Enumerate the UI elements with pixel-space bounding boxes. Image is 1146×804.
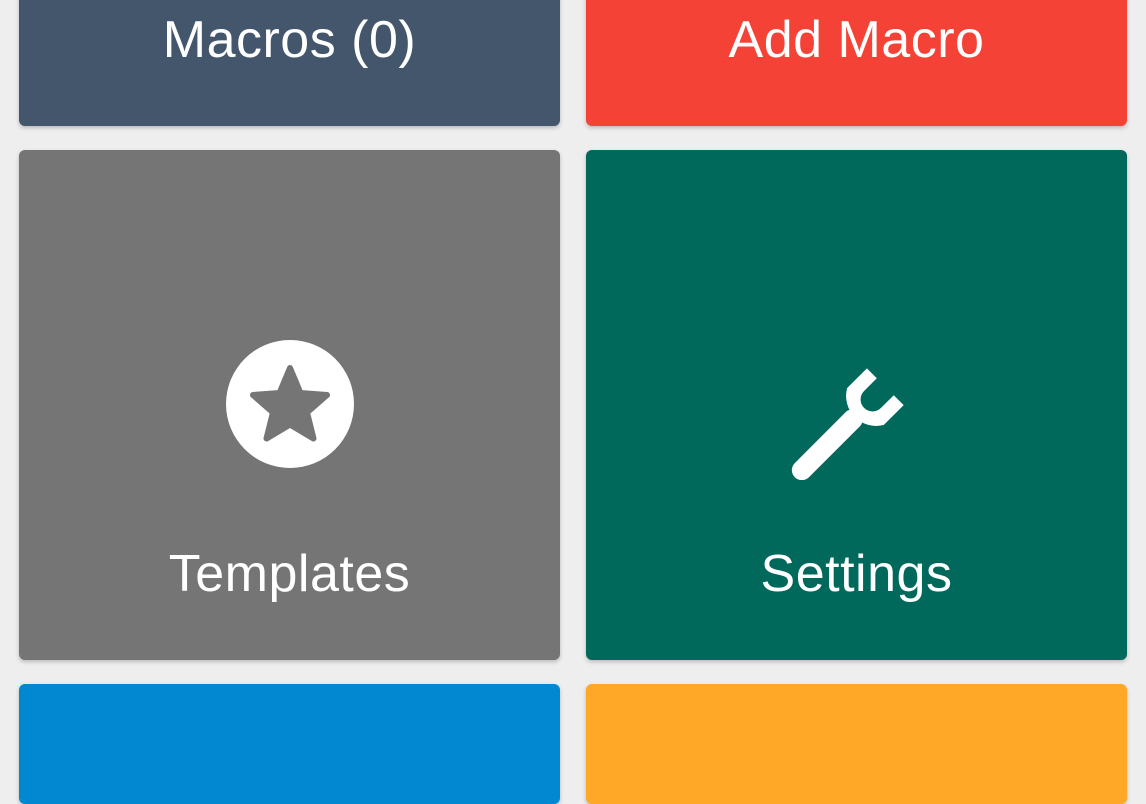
macros-tile-button[interactable]: Macros (0) — [19, 0, 560, 126]
star-circle-icon — [225, 340, 354, 473]
add-macro-tile-label: Add Macro — [728, 11, 985, 69]
settings-tile-button[interactable]: Settings — [586, 150, 1127, 660]
templates-tile-label: Templates — [168, 545, 411, 603]
macros-tile-label: Macros (0) — [162, 11, 417, 69]
templates-tile-button[interactable]: Templates — [19, 150, 560, 660]
wrench-icon — [782, 350, 932, 485]
bottom-right-tile-button[interactable] — [586, 684, 1127, 804]
add-macro-tile-button[interactable]: Add Macro — [586, 0, 1127, 126]
settings-tile-label: Settings — [760, 545, 953, 603]
bottom-left-tile-button[interactable] — [19, 684, 560, 804]
